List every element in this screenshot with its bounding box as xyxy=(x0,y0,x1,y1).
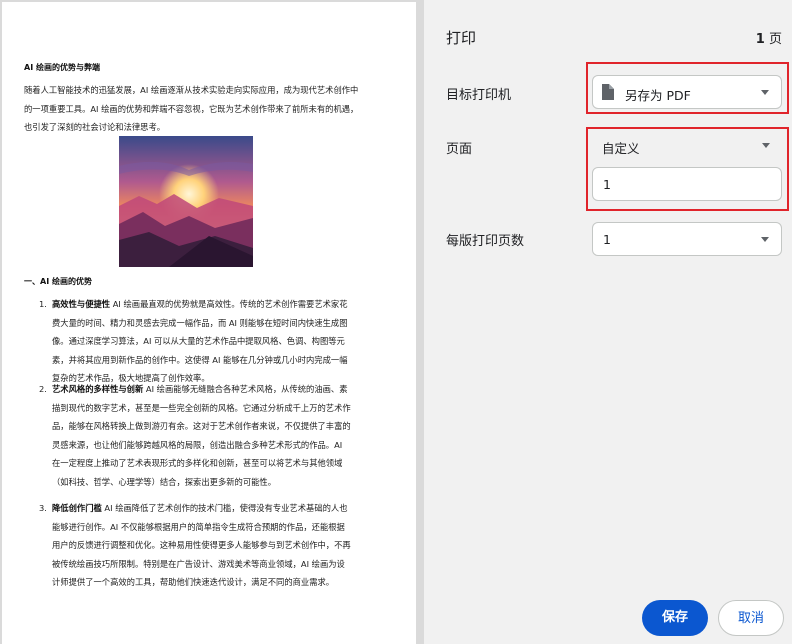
chevron-down-icon xyxy=(762,143,770,148)
list-item-number: 3. xyxy=(39,503,47,513)
pages-per-sheet-label: 每版打印页数 xyxy=(446,234,525,249)
pages-value: 自定义 xyxy=(602,141,640,156)
destination-select[interactable]: 另存为 PDF xyxy=(592,75,782,109)
cancel-button[interactable]: 取消 xyxy=(718,600,784,636)
pages-per-sheet-value: 1 xyxy=(603,232,611,247)
pages-label: 页面 xyxy=(446,142,473,157)
page-count-number: 1 xyxy=(755,32,765,47)
custom-pages-input[interactable]: 1 xyxy=(592,167,782,201)
page-count-unit: 页 xyxy=(768,32,782,47)
list-item-number: 1. xyxy=(39,299,47,309)
page-count: 1 页 xyxy=(756,28,782,47)
list-item-text: AI 绘画最直观的优势就是高效性。传统的艺术创作需要艺术家花费大量的时间、精力和… xyxy=(52,299,348,384)
print-title: 打印 xyxy=(446,29,477,47)
list-item-text: AI 绘画能够无缝融合各种艺术风格，从传统的油画、素描到现代的数字艺术，甚至是一… xyxy=(52,384,351,487)
print-preview-pane: AI 绘画的优势与弊端 随着人工智能技术的迅猛发展，AI 绘画逐渐从技术实验走向… xyxy=(0,0,424,644)
list-item-text: AI 绘画降低了艺术创作的技术门槛，使得没有专业艺术基础的人也能够进行创作。AI… xyxy=(52,503,351,588)
list-item-heading: 降低创作门槛 xyxy=(52,503,102,513)
pages-select[interactable]: 自定义 xyxy=(592,129,782,163)
preview-page: AI 绘画的优势与弊端 随着人工智能技术的迅猛发展，AI 绘画逐渐从技术实验走向… xyxy=(2,2,416,644)
pages-per-sheet-select[interactable]: 1 xyxy=(592,222,782,256)
list-item-number: 2. xyxy=(39,384,47,394)
section-heading: 一、AI 绘画的优势 xyxy=(24,277,92,286)
list-item-heading: 艺术风格的多样性与创新 xyxy=(52,384,144,394)
destination-value: 另存为 PDF xyxy=(625,88,691,103)
document-intro: 随着人工智能技术的迅猛发展，AI 绘画逐渐从技术实验走向实际应用，成为现代艺术创… xyxy=(24,85,359,132)
save-button[interactable]: 保存 xyxy=(642,600,708,636)
chevron-down-icon xyxy=(761,90,769,95)
destination-label: 目标打印机 xyxy=(446,88,512,103)
document-image xyxy=(119,136,253,267)
chevron-down-icon xyxy=(761,237,769,242)
print-settings-panel: 打印 1 页 目标打印机 另存为 PDF 页面 自定义 1 每版打印页数 1 保… xyxy=(424,0,792,644)
file-icon xyxy=(601,84,614,104)
custom-pages-value: 1 xyxy=(603,177,611,192)
document-title: AI 绘画的优势与弊端 xyxy=(24,63,100,72)
list-item-heading: 高效性与便捷性 xyxy=(52,299,111,309)
